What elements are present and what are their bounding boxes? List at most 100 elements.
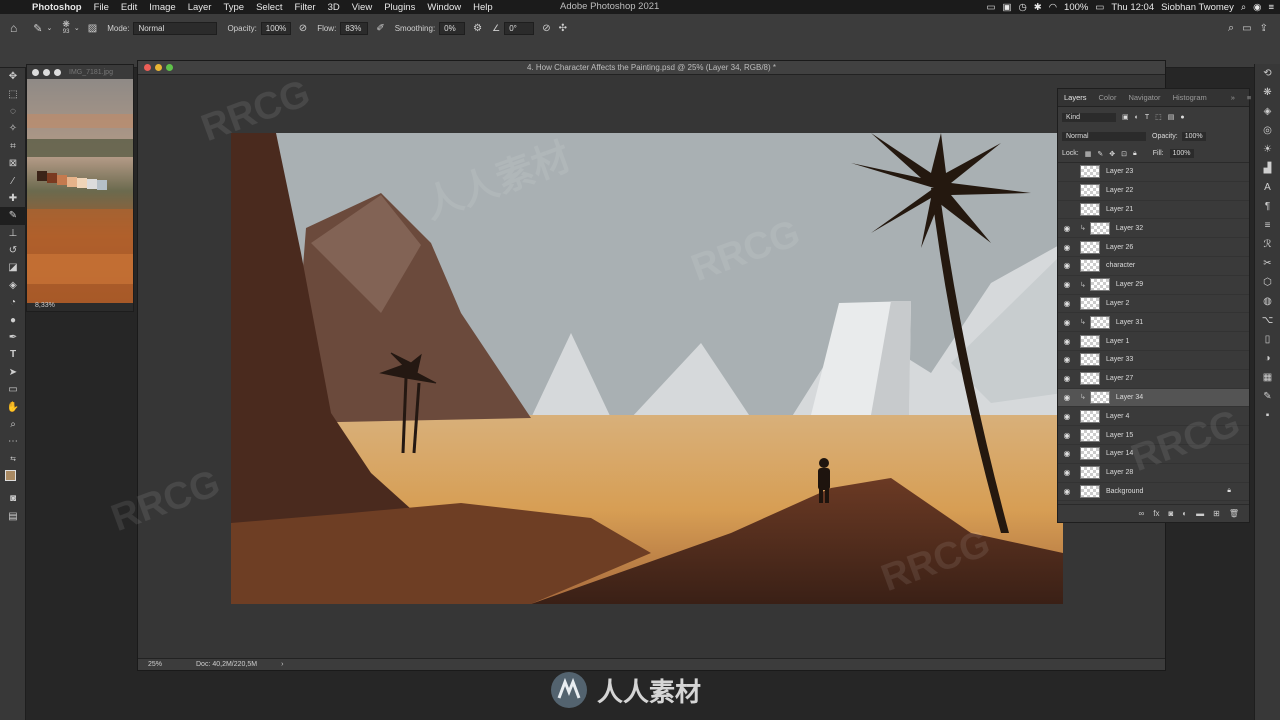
blur-tool-icon[interactable]: ◔ (0, 294, 26, 311)
move-tool-icon[interactable]: ✥ (0, 68, 26, 85)
zoom-tool-icon[interactable]: ⌕ (0, 416, 26, 433)
adjustment-layer-icon[interactable]: ◐ (1182, 509, 1187, 518)
layer-row[interactable]: Layer 22 (1058, 182, 1249, 201)
menu-view[interactable]: View (346, 2, 378, 13)
brush-tool-icon[interactable]: ✎ (0, 207, 26, 225)
mode-select[interactable]: Normal (133, 21, 218, 35)
menu-layer[interactable]: Layer (182, 2, 218, 13)
opacity-field[interactable]: 100% (260, 21, 291, 35)
layer-name[interactable]: Layer 22 (1106, 187, 1133, 194)
adjustments-icon[interactable]: ☀ (1255, 140, 1280, 159)
layer-name[interactable]: Layer 1 (1106, 338, 1129, 345)
history-brush-icon[interactable]: ↺ (0, 242, 26, 259)
quick-mask-icon[interactable]: ◙ (0, 490, 26, 507)
filter-toggle-icon[interactable]: ● (1180, 114, 1184, 121)
crop-tool-icon[interactable]: ⌗ (0, 138, 26, 155)
layer-thumbnail[interactable] (1080, 334, 1100, 348)
glyphs-icon[interactable]: ℛ (1255, 235, 1280, 254)
layer-thumbnail[interactable] (1080, 202, 1100, 216)
eyedropper-icon[interactable]: ⁄ (0, 172, 26, 189)
flow-field[interactable]: 83% (340, 21, 369, 35)
layer-thumbnail[interactable] (1080, 409, 1100, 423)
navigator-icon[interactable]: ◑ (1255, 349, 1280, 368)
more-tools-icon[interactable]: ⋯ (0, 433, 26, 450)
eye-icon[interactable]: ◉ (1058, 393, 1076, 402)
healing-brush-icon[interactable]: ✚ (0, 190, 26, 207)
histogram-icon[interactable]: ▟ (1255, 159, 1280, 178)
blend-mode-select[interactable]: Normal (1062, 131, 1146, 141)
layer-thumbnail[interactable] (1080, 372, 1100, 386)
path-selection-icon[interactable]: ➤ (0, 364, 26, 381)
fill-field[interactable]: 100% (1169, 149, 1194, 158)
search-icon[interactable]: ⌕ (1228, 22, 1234, 35)
home-icon[interactable]: ⌂ (10, 21, 17, 35)
lasso-tool-icon[interactable]: ◌ (0, 103, 26, 120)
layer-thumbnail[interactable] (1080, 447, 1100, 461)
pen-tool-icon[interactable]: ✒ (0, 329, 26, 346)
gear-icon[interactable]: ⚙ (473, 23, 482, 34)
eraser-icon[interactable]: ◪ (0, 259, 26, 276)
menu-help[interactable]: Help (467, 2, 499, 13)
menu-app[interactable]: Photoshop (26, 2, 88, 13)
menu-window[interactable]: Window (421, 2, 467, 13)
eye-icon[interactable]: ◉ (1058, 318, 1076, 327)
clock-text[interactable]: Thu 12:04 (1111, 2, 1154, 13)
menu-filter[interactable]: Filter (288, 2, 321, 13)
clone-source-icon[interactable]: ▪ (1255, 406, 1280, 425)
menu-file[interactable]: File (88, 2, 115, 13)
filter-kind-select[interactable]: Kind (1062, 112, 1116, 122)
paths-icon[interactable]: ⌥ (1255, 311, 1280, 330)
reference-image-window[interactable]: IMG_7181.jpg 8,33% (26, 64, 134, 312)
swatches-icon[interactable]: ▦ (1255, 368, 1280, 387)
channels-icon[interactable]: ◎ (1255, 121, 1280, 140)
menu-edit[interactable]: Edit (115, 2, 143, 13)
brush-tool-icon[interactable]: ✎ (33, 22, 42, 35)
layer-thumbnail[interactable] (1080, 184, 1100, 198)
brush-preset-picker[interactable]: ❋ 93 (62, 20, 70, 36)
eye-icon[interactable]: ◉ (1058, 224, 1076, 233)
tab-color[interactable]: Color (1093, 93, 1123, 102)
layer-thumbnail[interactable] (1089, 315, 1110, 329)
properties-icon[interactable]: ≡ (1255, 216, 1280, 235)
info-icon[interactable]: ▯ (1255, 330, 1280, 349)
paragraph-icon[interactable]: ¶ (1255, 197, 1280, 216)
minimize-icon[interactable] (43, 68, 50, 76)
layer-name[interactable]: character (1106, 262, 1135, 269)
collapse-icon[interactable]: » (1225, 93, 1241, 102)
eye-icon[interactable]: ◉ (1058, 337, 1076, 346)
chevron-down-icon[interactable]: ⌄ (74, 24, 80, 32)
screen-mode-icon[interactable]: ▤ (0, 507, 26, 524)
layer-thumbnail[interactable] (1080, 165, 1100, 179)
clone-stamp-icon[interactable]: ⊥ (0, 225, 26, 242)
layer-opacity-field[interactable]: 100% (1181, 131, 1206, 141)
layer-name[interactable]: Layer 23 (1106, 168, 1133, 175)
user-name[interactable]: Siobhan Twomey (1161, 2, 1234, 13)
dodge-tool-icon[interactable]: ● (0, 311, 26, 328)
camera-icon[interactable]: ▣ (1002, 2, 1011, 13)
wifi-icon[interactable]: ◠ (1049, 2, 1057, 13)
share-icon[interactable]: ⇪ (1260, 23, 1268, 34)
tool-presets-icon[interactable]: ✂ (1255, 254, 1280, 273)
eye-icon[interactable]: ◉ (1058, 243, 1076, 252)
eye-icon[interactable]: ◉ (1058, 412, 1076, 421)
layer-name[interactable]: Layer 21 (1106, 206, 1133, 213)
workspace-icon[interactable]: ▭ (1242, 23, 1251, 34)
layer-name[interactable]: Layer 15 (1106, 432, 1133, 439)
layer-name[interactable]: Layer 33 (1106, 356, 1133, 363)
swap-colors-icon[interactable]: ⇆ (0, 451, 26, 468)
layer-row[interactable]: ◉ Layer 2 (1058, 295, 1249, 314)
display-icon[interactable]: ▭ (987, 2, 996, 13)
new-group-icon[interactable]: ▬ (1196, 509, 1204, 518)
layer-thumbnail[interactable] (1089, 221, 1110, 235)
painting-canvas[interactable] (231, 133, 1063, 604)
notification-icon[interactable]: ≡ (1268, 2, 1274, 13)
rectangle-tool-icon[interactable]: ▭ (0, 381, 26, 398)
lock-position-icon[interactable]: ✥ (1109, 150, 1115, 158)
brush-settings-icon[interactable]: ▨ (88, 23, 97, 34)
layer-row[interactable]: Layer 23 (1058, 163, 1249, 182)
layer-name[interactable]: Layer 2 (1106, 300, 1129, 307)
history-icon[interactable]: ⟲ (1255, 64, 1280, 83)
layer-name[interactable]: Layer 4 (1106, 413, 1129, 420)
lock-pixels-icon[interactable]: ✎ (1097, 150, 1103, 158)
filter-type-icon[interactable]: T (1145, 114, 1149, 121)
